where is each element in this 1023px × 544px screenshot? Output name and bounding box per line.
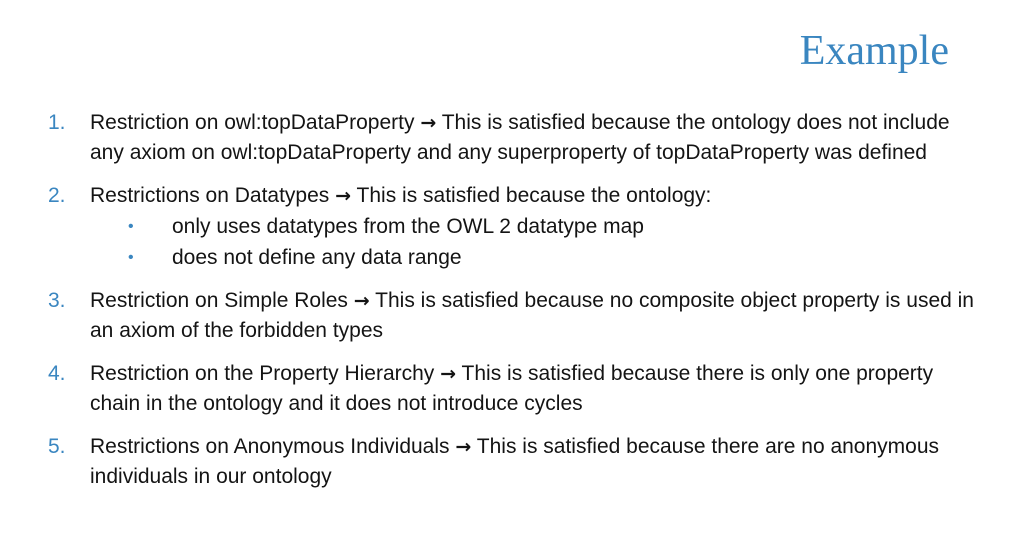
bullet-icon: •	[128, 249, 134, 266]
item-text: Restriction on Simple Roles → This is sa…	[90, 286, 988, 346]
item-lead: Restriction on Simple Roles	[90, 289, 348, 312]
item-text: Restrictions on Datatypes → This is sati…	[90, 181, 988, 273]
list-item-5: 5. Restrictions on Anonymous Individuals…	[48, 432, 988, 492]
sub-bullet-text: only uses datatypes from the OWL 2 datat…	[172, 215, 644, 238]
item-number: 2.	[48, 184, 66, 207]
item-number: 1.	[48, 111, 66, 134]
item-text: Restrictions on Anonymous Individuals → …	[90, 432, 988, 492]
arrow-right-icon: →	[440, 363, 457, 385]
item-number: 5.	[48, 435, 66, 458]
arrow-right-icon: →	[420, 112, 437, 134]
numbered-list: 1. Restriction on owl:topDataProperty → …	[48, 108, 988, 505]
item-rest: This is satisfied because the ontology:	[356, 184, 712, 207]
slide-title: Example	[799, 28, 949, 74]
sub-bullet-list: • only uses datatypes from the OWL 2 dat…	[90, 211, 988, 273]
item-lead: Restrictions on Datatypes	[90, 184, 330, 207]
arrow-right-icon: →	[455, 436, 472, 458]
list-item-4: 4. Restriction on the Property Hierarchy…	[48, 359, 988, 419]
arrow-right-icon: →	[353, 290, 370, 312]
slide: Example 1. Restriction on owl:topDataPro…	[0, 0, 1023, 544]
sub-bullet-item: • only uses datatypes from the OWL 2 dat…	[128, 211, 988, 242]
item-text: Restriction on the Property Hierarchy → …	[90, 359, 988, 419]
item-text: Restriction on owl:topDataProperty → Thi…	[90, 108, 988, 168]
item-number: 3.	[48, 289, 66, 312]
item-lead: Restriction on owl:topDataProperty	[90, 111, 415, 134]
item-lead: Restriction on the Property Hierarchy	[90, 362, 435, 385]
list-item-3: 3. Restriction on Simple Roles → This is…	[48, 286, 988, 346]
list-item-1: 1. Restriction on owl:topDataProperty → …	[48, 108, 988, 168]
item-lead: Restrictions on Anonymous Individuals	[90, 435, 450, 458]
list-item-2: 2. Restrictions on Datatypes → This is s…	[48, 181, 988, 273]
bullet-icon: •	[128, 218, 134, 235]
sub-bullet-text: does not define any data range	[172, 246, 462, 269]
sub-bullet-item: • does not define any data range	[128, 242, 988, 273]
arrow-right-icon: →	[335, 185, 352, 207]
item-number: 4.	[48, 362, 66, 385]
